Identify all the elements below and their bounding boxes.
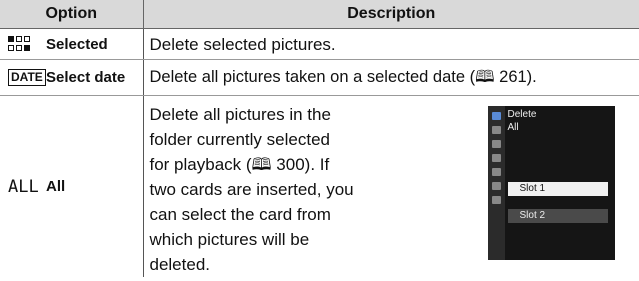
movie-menu-icon xyxy=(491,140,501,148)
all-icon-text: ALL xyxy=(8,176,39,197)
description-text: Delete selected pictures. xyxy=(149,34,336,54)
slot-2-option: Slot 2 xyxy=(507,209,608,223)
setup-menu-icon xyxy=(491,168,501,176)
menu-tab-strip xyxy=(487,106,505,260)
description-line: for playback (🕮 300). If xyxy=(149,155,330,174)
option-label: All xyxy=(46,178,66,195)
header-row: Option Description xyxy=(0,0,639,29)
description-line: deleted. xyxy=(149,255,211,274)
option-cell: DATE Select date xyxy=(0,59,144,96)
description-line: which pictures will be xyxy=(149,230,310,249)
description-cell: Delete all pictures taken on a selected … xyxy=(143,59,639,96)
shooting-menu-icon xyxy=(491,126,501,134)
retouch-menu-icon xyxy=(491,182,501,190)
option-cell: Selected xyxy=(0,28,144,60)
date-icon-text: DATE xyxy=(8,69,46,86)
header-description: Description xyxy=(143,0,639,29)
slot-1-option: Slot 1 xyxy=(507,182,608,196)
option-label: Selected xyxy=(46,35,108,53)
screen-title: Delete xyxy=(507,109,537,120)
options-table: Option Description Selected Delete selec… xyxy=(0,0,639,277)
screen-subtitle: All xyxy=(507,122,519,133)
playback-menu-icon xyxy=(491,112,501,120)
description-text: Delete all pictures taken on a selected … xyxy=(149,68,537,86)
description-text: Delete all pictures in the folder curren… xyxy=(150,102,470,277)
camera-menu-screenshot: Delete All Slot 1 Slot 2 xyxy=(487,106,615,260)
selected-thumbnails-icon xyxy=(8,34,42,54)
date-icon: DATE xyxy=(8,68,46,88)
table-row-select-date: DATE Select date Delete all pictures tak… xyxy=(0,59,639,96)
option-label: Select date xyxy=(46,69,126,86)
table-row-all: ALL All Delete all pictures in the folde… xyxy=(0,95,639,278)
description-line: can select the card from xyxy=(149,205,331,224)
description-line: Delete all pictures in the xyxy=(149,105,331,124)
option-cell: ALL All xyxy=(0,95,144,277)
description-line: folder currently selected xyxy=(149,130,330,149)
my-menu-icon xyxy=(491,196,501,204)
custom-settings-icon xyxy=(491,154,501,162)
description-line: two cards are inserted, you xyxy=(149,180,354,199)
header-option: Option xyxy=(0,0,144,29)
all-icon: ALL xyxy=(8,177,42,197)
description-cell: Delete all pictures in the folder curren… xyxy=(143,96,639,278)
description-cell: Delete selected pictures. xyxy=(143,28,639,60)
table-row-selected: Selected Delete selected pictures. xyxy=(0,28,639,60)
